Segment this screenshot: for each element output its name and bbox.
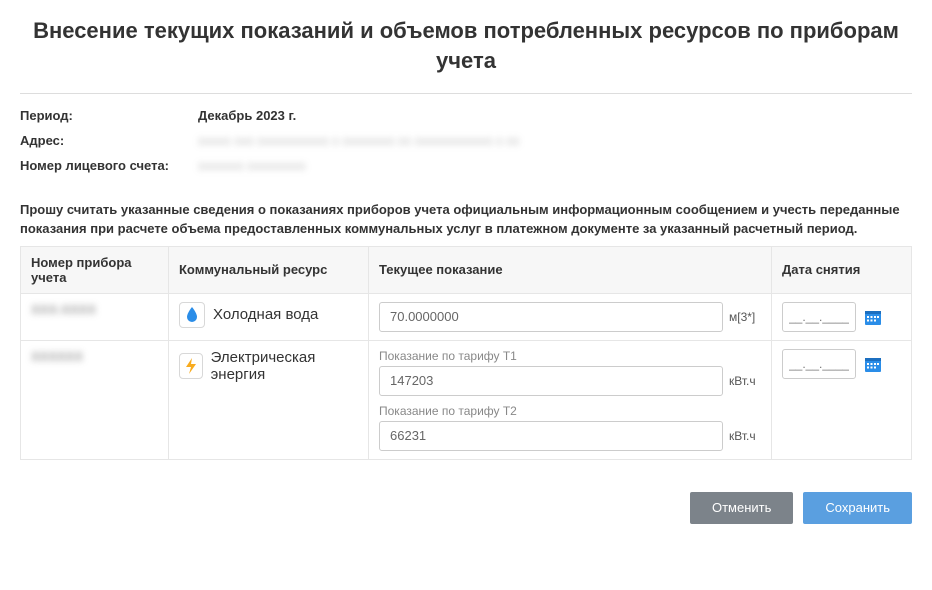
cancel-button[interactable]: Отменить (690, 492, 793, 524)
notice-text: Прошу считать указанные сведения о показ… (20, 201, 912, 237)
reading-input[interactable] (379, 302, 723, 332)
resource-name: Электрическая энергия (211, 349, 358, 383)
unit-label: м[3*] (729, 310, 761, 324)
table-row: XXX-XXXX Холодная вода м[3*] (21, 293, 912, 340)
account-value: xxxxxxx xxxxxxxxx (198, 158, 306, 173)
unit-label: кВт.ч (729, 374, 761, 388)
calendar-icon[interactable] (862, 353, 884, 375)
period-label: Период: (20, 108, 198, 123)
divider (20, 93, 912, 94)
reading-input[interactable] (379, 366, 723, 396)
table-row: XXXXXX Электрическая энергия Показание п… (21, 340, 912, 459)
water-drop-icon (179, 302, 205, 328)
meter-number: XXXXXX (31, 349, 83, 364)
th-reading: Текущее показание (369, 246, 772, 293)
address-label: Адрес: (20, 133, 198, 148)
date-input[interactable] (782, 349, 856, 379)
period-value: Декабрь 2023 г. (198, 108, 296, 123)
calendar-icon[interactable] (862, 306, 884, 328)
reading-label: Показание по тарифу T2 (379, 404, 761, 418)
th-date: Дата снятия (772, 246, 912, 293)
resource-name: Холодная вода (213, 306, 318, 323)
date-input[interactable] (782, 302, 856, 332)
save-button[interactable]: Сохранить (803, 492, 912, 524)
page-title: Внесение текущих показаний и объемов пот… (20, 16, 912, 75)
th-resource: Коммунальный ресурс (169, 246, 369, 293)
lightning-icon (179, 353, 203, 379)
account-label: Номер лицевого счета: (20, 158, 198, 173)
reading-label: Показание по тарифу T1 (379, 349, 761, 363)
readings-table: Номер прибора учета Коммунальный ресурс … (20, 246, 912, 460)
reading-input[interactable] (379, 421, 723, 451)
address-value: xxxxx xxx xxxxxxxxxxx x xxxxxxxx xx xxxx… (198, 133, 519, 148)
meter-number: XXX-XXXX (31, 302, 96, 317)
th-meter: Номер прибора учета (21, 246, 169, 293)
unit-label: кВт.ч (729, 429, 761, 443)
